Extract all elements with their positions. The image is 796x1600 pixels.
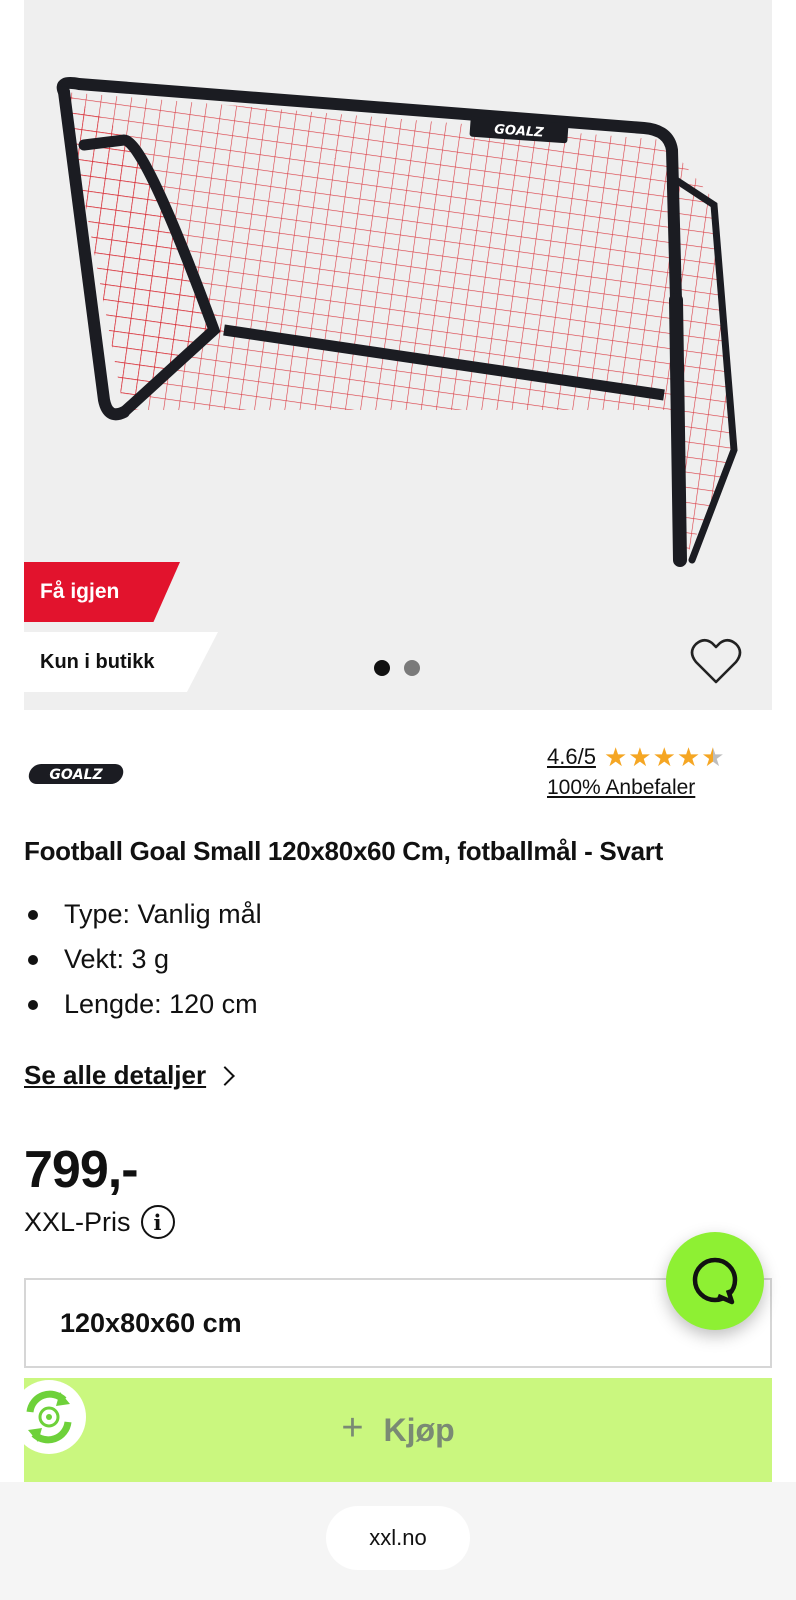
plus-icon: + <box>341 1407 364 1449</box>
heart-icon[interactable] <box>690 638 742 686</box>
see-all-details-label: Se alle detaljer <box>24 1060 207 1090</box>
product-price: 799,- <box>24 1141 139 1199</box>
rating-stars: ★ ★ ★ ★ ★ <box>604 744 725 770</box>
chat-bubble-icon <box>692 1257 738 1305</box>
product-image-goal: GOALZ <box>56 77 738 567</box>
brand-logo[interactable]: GOALZ <box>26 760 124 788</box>
chat-button[interactable] <box>666 1232 764 1330</box>
rating-score[interactable]: 4.6/5 <box>547 744 596 770</box>
star-icon: ★ <box>603 742 628 772</box>
star-icon: ★ <box>628 742 652 772</box>
see-all-details-link[interactable]: Se alle detaljer <box>24 1060 236 1091</box>
badge-cashback: Få igjen <box>24 562 180 622</box>
variant-selector[interactable]: 120x80x60 cm <box>24 1278 772 1368</box>
badge-store-only: Kun i butikk <box>24 632 218 692</box>
buy-button[interactable]: + Kjøp <box>24 1378 772 1498</box>
brand-logo-text: GOALZ <box>49 767 103 783</box>
recommend-link[interactable]: 100% Anbefaler <box>547 776 772 800</box>
chevron-right-icon <box>215 1065 236 1086</box>
buy-label: Kjøp <box>383 1412 455 1448</box>
product-image-gallery[interactable]: GOALZ Få igjen Kun i butikk <box>24 0 772 710</box>
price-label-row: XXL-Pris i <box>24 1205 175 1239</box>
product-title: Football Goal Small 120x80x60 Cm, fotbal… <box>24 836 663 866</box>
recycle-badge[interactable] <box>12 1380 86 1454</box>
spec-item: Lengde: 120 cm <box>24 982 262 1027</box>
recycle-icon <box>26 1390 72 1444</box>
rating-block[interactable]: 4.6/5 ★ ★ ★ ★ ★ 100% Anbefaler <box>547 744 772 800</box>
star-icon: ★ <box>676 742 701 772</box>
price-label: XXL-Pris <box>24 1206 131 1237</box>
carousel-dot-1[interactable] <box>374 660 390 676</box>
carousel-dots[interactable] <box>374 660 420 676</box>
spec-item: Vekt: 3 g <box>24 937 262 982</box>
spec-item: Type: Vanlig mål <box>24 892 262 937</box>
star-icon: ★ <box>652 742 676 772</box>
browser-url-pill[interactable]: xxl.no <box>326 1506 470 1570</box>
star-half-icon: ★ <box>701 742 725 772</box>
carousel-dot-2[interactable] <box>404 660 420 676</box>
info-icon[interactable]: i <box>140 1205 175 1239</box>
spec-list: Type: Vanlig mål Vekt: 3 g Lengde: 120 c… <box>24 892 262 1027</box>
